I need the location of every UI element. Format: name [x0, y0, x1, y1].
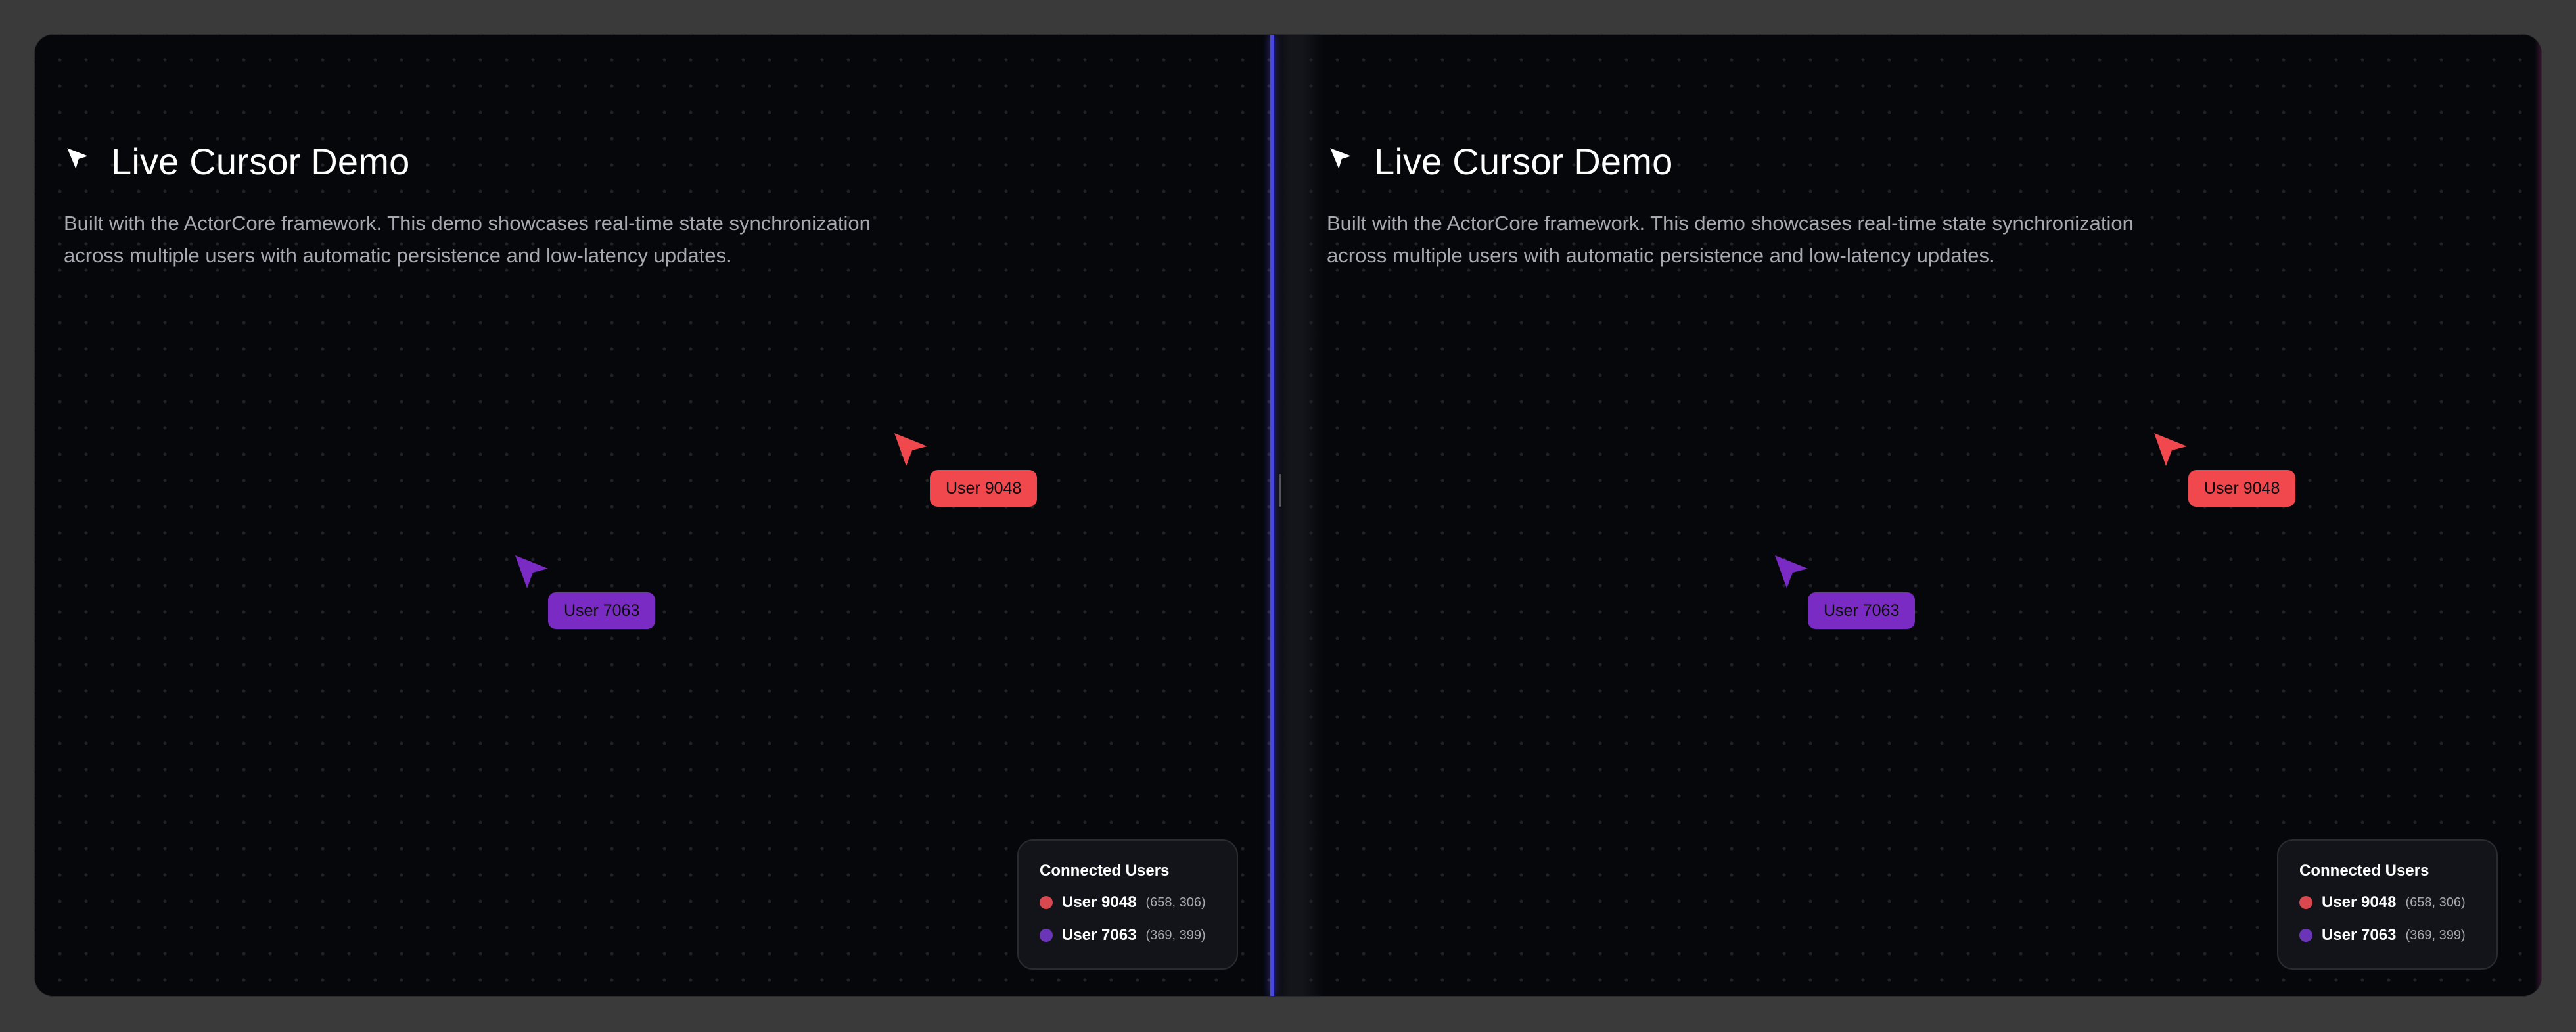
cursor-arrow-icon [1330, 147, 1351, 169]
edge-glow [2535, 35, 2541, 996]
cursor-pointer-icon [2154, 433, 2187, 466]
user-coords: (369, 399) [2405, 927, 2466, 943]
user-coords: (658, 306) [1145, 895, 1206, 910]
app-frame: Live Cursor Demo Built with the ActorCor… [35, 35, 2541, 996]
user-name: User 9048 [1062, 893, 1137, 911]
description: Built with the ActorCore framework. This… [64, 207, 984, 271]
pane-divider[interactable] [1270, 35, 1274, 996]
user-row: User 7063 (369, 399) [1040, 926, 1206, 945]
user-name: User 9048 [2322, 893, 2397, 911]
user-coords: (658, 306) [2405, 895, 2466, 910]
user-row: User 9048 (658, 306) [2299, 893, 2466, 912]
cursor-canvas-right[interactable]: Live Cursor Demo Built with the ActorCor… [1286, 35, 2541, 996]
resize-handle[interactable] [1279, 474, 1281, 507]
user-row: User 9048 (658, 306) [1040, 893, 1206, 912]
description-line-1: Built with the ActorCore framework. This… [64, 212, 871, 235]
user-color-dot [1040, 929, 1053, 942]
cursor-canvas-left[interactable]: Live Cursor Demo Built with the ActorCor… [35, 35, 1290, 996]
user-color-dot [2299, 896, 2312, 909]
user-name: User 7063 [2322, 926, 2397, 944]
description-line-2: across multiple users with automatic per… [64, 244, 732, 267]
description-line-1: Built with the ActorCore framework. This… [1327, 212, 2134, 235]
cursor-pointer-icon [1775, 555, 1808, 588]
user-coords: (369, 399) [1145, 927, 1206, 943]
connected-users-panel: Connected Users User 9048 (658, 306) Use… [1017, 839, 1238, 970]
page-title: Live Cursor Demo [1374, 141, 1673, 182]
cursor-label: User 7063 [548, 592, 656, 629]
connected-users-panel: Connected Users User 9048 (658, 306) Use… [2277, 839, 2498, 970]
cursor-label: User 7063 [1808, 592, 1916, 629]
header: Live Cursor Demo [64, 140, 409, 183]
cursor-pointer-icon [515, 555, 548, 588]
cursor-label: User 9048 [930, 470, 1038, 507]
cursor-pointer-icon [894, 433, 927, 466]
user-name: User 7063 [1062, 926, 1137, 944]
user-row: User 7063 (369, 399) [2299, 926, 2466, 945]
header: Live Cursor Demo [1327, 140, 1672, 183]
cursor-label: User 9048 [2188, 470, 2296, 507]
connected-users-title: Connected Users [2299, 862, 2429, 880]
cursor-arrow-icon [67, 147, 88, 169]
page-title: Live Cursor Demo [111, 141, 410, 182]
description: Built with the ActorCore framework. This… [1327, 207, 2247, 271]
connected-users-title: Connected Users [1040, 862, 1170, 880]
description-line-2: across multiple users with automatic per… [1327, 244, 1995, 267]
user-color-dot [2299, 929, 2312, 942]
user-color-dot [1040, 896, 1053, 909]
